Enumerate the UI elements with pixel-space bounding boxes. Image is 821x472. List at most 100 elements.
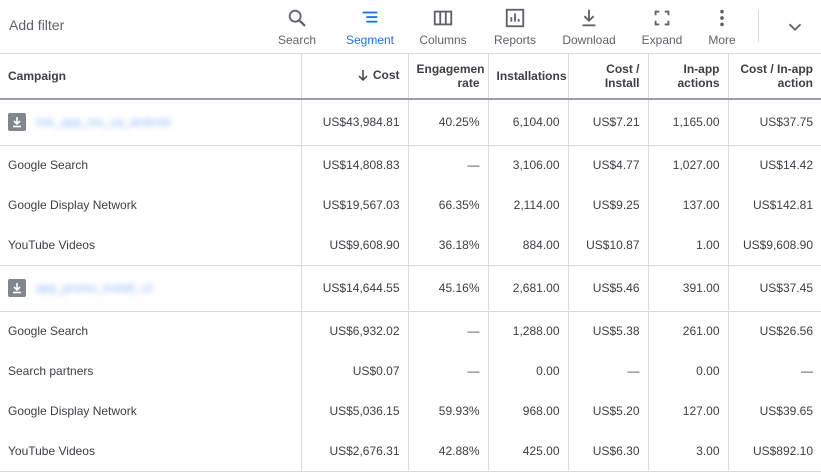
campaign-name-link[interactable]: mix_app_ios_ua_android	[36, 115, 170, 129]
col-cost-install[interactable]: Cost / Install	[567, 54, 648, 100]
more-vert-icon	[711, 7, 733, 29]
cost-inapp-cell: US$9,608.90	[727, 225, 821, 266]
engagement-cell: —	[407, 311, 488, 351]
cost-cell: US$5,036.15	[300, 391, 408, 431]
network-label: Google Search	[8, 324, 89, 339]
inapp-cell: 261.00	[647, 311, 728, 351]
cost-install-cell: US$4.77	[567, 145, 648, 185]
engagement-cell: —	[407, 351, 488, 391]
col-campaign[interactable]: Campaign	[0, 54, 301, 100]
cost-cell: US$14,808.83	[300, 145, 408, 185]
app-install-icon	[8, 113, 26, 132]
cost-inapp-cell: US$37.75	[727, 99, 821, 146]
sort-arrow-icon	[357, 69, 369, 84]
cost-install-cell: US$7.21	[567, 99, 648, 146]
cost-inapp-cell: US$142.81	[727, 185, 821, 225]
cost-inapp-cell: US$892.10	[727, 431, 821, 472]
reports-icon	[504, 7, 526, 29]
inapp-cell: 1,165.00	[647, 99, 728, 146]
campaign-row[interactable]: app_promo_install_v2 US$14,644.55 45.16%…	[0, 265, 821, 312]
installs-cell: 2,114.00	[487, 185, 568, 225]
columns-button[interactable]: Columns	[418, 0, 468, 54]
segment-button[interactable]: Segment	[344, 0, 396, 54]
search-label: Search	[277, 33, 317, 47]
expand-button[interactable]: Expand	[640, 0, 684, 54]
installs-cell: 0.00	[487, 351, 568, 391]
engagement-cell: 40.25%	[407, 99, 488, 146]
search-button[interactable]: Search	[277, 0, 317, 54]
inapp-cell: 3.00	[647, 431, 728, 472]
campaign-row[interactable]: mix_app_ios_ua_android US$43,984.81 40.2…	[0, 99, 821, 146]
app-install-icon	[8, 279, 26, 297]
col-cost-inapp[interactable]: Cost / In-app action	[727, 54, 821, 100]
download-label: Download	[562, 33, 616, 47]
network-label: Google Display Network	[8, 404, 137, 418]
cost-inapp-cell: US$26.56	[727, 311, 821, 351]
download-button[interactable]: Download	[561, 0, 617, 54]
col-engagement-rate[interactable]: Engagemen rate	[407, 54, 488, 100]
cost-cell: US$19,567.03	[300, 185, 408, 225]
cost-inapp-cell: —	[727, 351, 821, 391]
inapp-cell: 1,027.00	[647, 145, 728, 185]
cost-install-cell: US$10.87	[567, 225, 648, 266]
cost-cell: US$6,932.02	[300, 311, 408, 351]
engagement-cell: —	[407, 145, 488, 185]
engagement-cell: 45.16%	[407, 265, 488, 312]
segment-row: Google Search US$14,808.83 — 3,106.00 US…	[0, 145, 821, 185]
more-label: More	[708, 33, 736, 47]
col-inapp-actions[interactable]: In-app actions	[647, 54, 728, 100]
network-label: Google Search	[8, 158, 89, 173]
expand-icon	[651, 7, 673, 29]
inapp-cell: 0.00	[647, 351, 728, 391]
network-label: Search partners	[8, 364, 94, 378]
col-cost[interactable]: Cost	[300, 54, 408, 100]
toolbar-divider	[758, 10, 759, 42]
network-label: Google Display Network	[8, 198, 137, 212]
header-row: Campaign Cost Engagemen rate Installation…	[0, 54, 821, 100]
cost-inapp-cell: US$14.42	[727, 145, 821, 185]
installs-cell: 884.00	[487, 225, 568, 266]
installs-cell: 425.00	[487, 431, 568, 472]
installs-cell: 968.00	[487, 391, 568, 431]
inapp-cell: 137.00	[647, 185, 728, 225]
cost-cell: US$2,676.31	[300, 431, 408, 472]
segment-row: Google Display Network US$5,036.15 59.93…	[0, 391, 821, 431]
segment-row: YouTube Videos US$9,608.90 36.18% 884.00…	[0, 225, 821, 266]
cost-install-cell: US$9.25	[567, 185, 648, 225]
installs-cell: 1,288.00	[487, 311, 568, 351]
cost-install-cell: US$6.30	[567, 431, 648, 472]
chevron-down-icon[interactable]	[784, 16, 806, 43]
more-button[interactable]: More	[706, 0, 738, 54]
engagement-cell: 66.35%	[407, 185, 488, 225]
segment-row: Google Display Network US$19,567.03 66.3…	[0, 185, 821, 225]
installs-cell: 6,104.00	[487, 99, 568, 146]
cost-install-cell: US$5.38	[567, 311, 648, 351]
cost-inapp-cell: US$37.45	[727, 265, 821, 312]
download-icon	[578, 7, 600, 29]
columns-label: Columns	[419, 33, 467, 47]
inapp-cell: 127.00	[647, 391, 728, 431]
cost-cell: US$9,608.90	[300, 225, 408, 266]
installs-cell: 3,106.00	[487, 145, 568, 185]
segment-label: Segment	[345, 33, 395, 47]
network-label: YouTube Videos	[0, 225, 301, 266]
cost-install-cell: —	[567, 351, 648, 391]
cost-cell: US$0.07	[300, 351, 408, 391]
campaign-table: Campaign Cost Engagemen rate Installation…	[0, 54, 821, 472]
campaign-name-link[interactable]: app_promo_install_v2	[36, 281, 153, 295]
cost-install-cell: US$5.20	[567, 391, 648, 431]
col-installations[interactable]: Installations	[487, 54, 568, 100]
cost-cell: US$43,984.81	[300, 99, 408, 146]
columns-icon	[432, 7, 454, 29]
segment-icon	[359, 7, 381, 29]
add-filter[interactable]: Add filter	[9, 17, 64, 33]
expand-label: Expand	[641, 33, 683, 47]
cost-cell: US$14,644.55	[300, 265, 408, 312]
segment-row: Search partners US$0.07 — 0.00 — 0.00 —	[0, 351, 821, 391]
engagement-cell: 59.93%	[407, 391, 488, 431]
reports-button[interactable]: Reports	[492, 0, 538, 54]
inapp-cell: 391.00	[647, 265, 728, 312]
installs-cell: 2,681.00	[487, 265, 568, 312]
network-label: YouTube Videos	[0, 431, 301, 472]
search-icon	[286, 7, 308, 29]
